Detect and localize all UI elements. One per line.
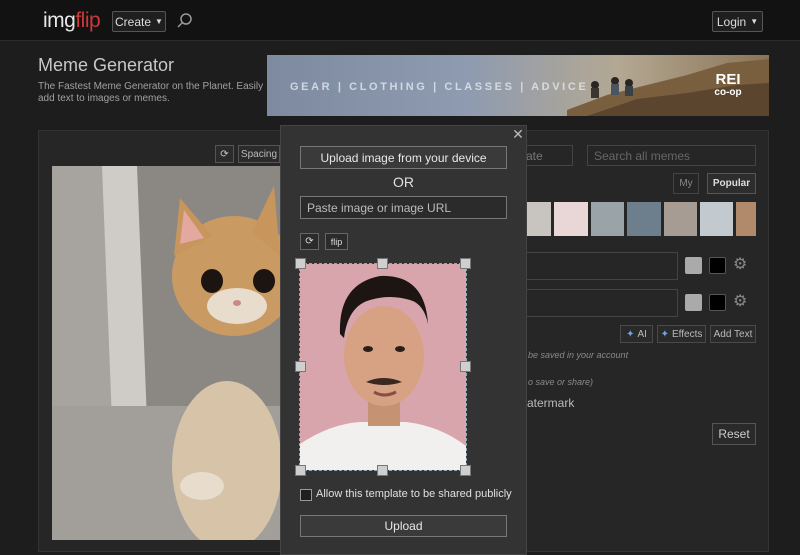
chevron-down-icon: ▼ xyxy=(155,17,163,26)
crop-handle[interactable] xyxy=(295,258,306,269)
template-thumbnail[interactable] xyxy=(554,202,588,236)
crop-handle[interactable] xyxy=(377,258,388,269)
gear-icon[interactable]: ⚙ xyxy=(733,294,749,310)
effects-button[interactable]: ✦ Effects xyxy=(657,325,706,343)
sparkle-icon: ✦ xyxy=(660,328,669,340)
close-icon[interactable]: ✕ xyxy=(511,127,525,141)
spacing-button[interactable]: Spacing xyxy=(238,145,280,163)
rei-logo: REI co‑op xyxy=(705,72,751,101)
imgflip-logo[interactable]: imgflip xyxy=(43,9,101,33)
search-icon[interactable] xyxy=(176,12,194,30)
page-tagline: The Fastest Meme Generator on the Planet… xyxy=(38,81,264,104)
tab-my[interactable]: My xyxy=(673,173,699,194)
ad-text: GEAR | CLOTHING | CLASSES | ADVICE xyxy=(290,81,589,93)
rotate-icon[interactable]: ⟳ xyxy=(215,145,234,163)
page-title: Meme Generator xyxy=(38,55,175,75)
gear-icon[interactable]: ⚙ xyxy=(733,257,749,273)
crop-preview-image[interactable] xyxy=(299,263,467,471)
watermark-option[interactable]: vatermark xyxy=(521,396,574,410)
ai-label: AI xyxy=(637,328,647,340)
add-text-button[interactable]: Add Text xyxy=(710,325,756,343)
rei-logo-line2: co‑op xyxy=(714,87,742,98)
effects-label: Effects xyxy=(672,328,703,340)
login-label: Login xyxy=(716,14,747,29)
or-divider: OR xyxy=(393,174,414,190)
template-thumbnail[interactable] xyxy=(699,202,734,236)
create-button[interactable]: Create ▼ xyxy=(112,11,166,32)
crop-handle[interactable] xyxy=(377,465,388,476)
meme-preview-image[interactable] xyxy=(52,166,280,540)
image-url-input[interactable]: Paste image or image URL xyxy=(300,196,507,219)
chevron-down-icon: ▼ xyxy=(750,17,759,26)
kitten-picture xyxy=(52,166,280,540)
template-thumbnail[interactable] xyxy=(663,202,697,236)
meme-text-box-1[interactable] xyxy=(518,252,678,280)
text-color-swatch[interactable] xyxy=(709,257,726,274)
portrait-picture xyxy=(300,264,466,470)
ad-banner[interactable]: GEAR | CLOTHING | CLASSES | ADVICE REI co… xyxy=(267,55,769,116)
reset-button[interactable]: Reset xyxy=(712,423,756,445)
create-label: Create xyxy=(115,14,152,29)
template-thumbnail[interactable] xyxy=(736,202,756,236)
template-thumbnail[interactable] xyxy=(627,202,661,236)
rotate-icon[interactable]: ⟳ xyxy=(300,233,319,250)
text-color-swatch[interactable] xyxy=(709,294,726,311)
ai-button[interactable]: ✦ AI xyxy=(620,325,653,343)
flip-button[interactable]: flip xyxy=(325,233,348,250)
crop-handle[interactable] xyxy=(460,258,471,269)
share-publicly-label: Allow this template to be shared publicl… xyxy=(316,488,512,500)
template-thumbnails xyxy=(518,202,756,236)
sparkle-icon: ✦ xyxy=(626,328,635,340)
logo-img: img xyxy=(43,9,76,32)
share-publicly-checkbox[interactable] xyxy=(300,489,312,501)
outline-color-swatch[interactable] xyxy=(685,257,702,274)
crop-handle[interactable] xyxy=(460,465,471,476)
outline-color-swatch[interactable] xyxy=(685,294,702,311)
upload-button[interactable]: Upload xyxy=(300,515,507,537)
save-share-note: o save or share) xyxy=(528,377,594,387)
meme-text-box-2[interactable] xyxy=(518,289,678,317)
search-memes-input[interactable]: Search all memes xyxy=(587,145,756,166)
tab-popular[interactable]: Popular xyxy=(707,173,756,194)
login-button[interactable]: Login ▼ xyxy=(712,11,763,32)
crop-handle[interactable] xyxy=(460,361,471,372)
crop-handle[interactable] xyxy=(295,361,306,372)
crop-handle[interactable] xyxy=(295,465,306,476)
template-thumbnail[interactable] xyxy=(590,202,625,236)
saved-note: be saved in your account xyxy=(528,350,629,360)
logo-flip: flip xyxy=(75,9,101,32)
top-bar: imgflip Create ▼ Login ▼ xyxy=(0,0,800,41)
upload-from-device-button[interactable]: Upload image from your device xyxy=(300,146,507,169)
